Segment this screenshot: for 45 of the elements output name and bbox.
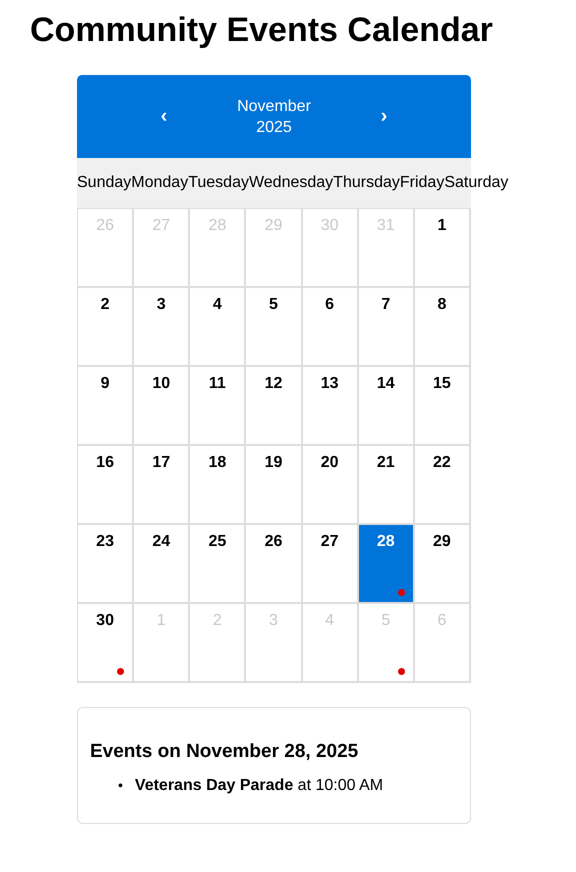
day-cell[interactable]: 25 bbox=[190, 525, 246, 604]
day-cell[interactable]: 17 bbox=[134, 446, 190, 525]
page-title: Community Events Calendar bbox=[30, 10, 494, 50]
weekday-label: Monday bbox=[131, 174, 188, 192]
day-cell[interactable]: 12 bbox=[246, 367, 303, 446]
next-month-button[interactable]: › bbox=[370, 105, 398, 128]
month-label: November bbox=[237, 96, 311, 116]
day-cell[interactable]: 8 bbox=[414, 288, 471, 367]
events-heading: Events on November 28, 2025 bbox=[90, 741, 360, 763]
event-item: Veterans Day Parade at 10:00 AM bbox=[134, 777, 384, 795]
day-cell[interactable]: 5 bbox=[246, 288, 303, 367]
day-cell[interactable]: 6 bbox=[302, 288, 359, 367]
day-cell[interactable]: 10 bbox=[134, 367, 190, 446]
day-cell[interactable]: 26 bbox=[246, 525, 303, 604]
weekday-label: Wednesday bbox=[248, 174, 334, 192]
day-cell[interactable]: 20 bbox=[302, 446, 359, 525]
day-cell[interactable]: 23 bbox=[78, 525, 134, 604]
previous-month-button[interactable]: ‹ bbox=[150, 105, 178, 128]
day-cell[interactable]: 28 bbox=[358, 525, 415, 604]
day-cell[interactable]: 18 bbox=[190, 446, 246, 525]
weekday-label: Tuesday bbox=[188, 174, 249, 192]
day-cell[interactable]: 1 bbox=[414, 209, 471, 288]
weekday-label: Friday bbox=[400, 174, 444, 192]
day-cell[interactable]: 11 bbox=[190, 367, 246, 446]
day-cell[interactable]: 29 bbox=[414, 525, 471, 604]
day-cell[interactable]: 24 bbox=[134, 525, 190, 604]
day-cell[interactable]: 9 bbox=[78, 367, 134, 446]
day-cell[interactable]: 14 bbox=[358, 367, 415, 446]
day-cell[interactable]: 21 bbox=[358, 446, 415, 525]
year-label: 2025 bbox=[256, 118, 292, 138]
day-cell[interactable]: 13 bbox=[302, 367, 359, 446]
weekday-label: Saturday bbox=[444, 174, 508, 192]
day-cell[interactable]: 4 bbox=[190, 288, 246, 367]
day-cell[interactable]: 2 bbox=[78, 288, 134, 367]
day-cell[interactable]: 16 bbox=[78, 446, 134, 525]
day-cell[interactable]: 7 bbox=[358, 288, 415, 367]
bullet: • bbox=[118, 777, 123, 795]
day-cell[interactable]: 15 bbox=[414, 367, 471, 446]
day-cell[interactable]: 27 bbox=[302, 525, 359, 604]
weekday-label: Thursday bbox=[333, 174, 400, 192]
weekday-label: Sunday bbox=[77, 174, 132, 192]
day-cell[interactable]: 3 bbox=[134, 288, 190, 367]
day-cell[interactable]: 22 bbox=[414, 446, 471, 525]
day-cell[interactable]: 30 bbox=[78, 604, 134, 683]
day-cell[interactable]: 19 bbox=[246, 446, 303, 525]
